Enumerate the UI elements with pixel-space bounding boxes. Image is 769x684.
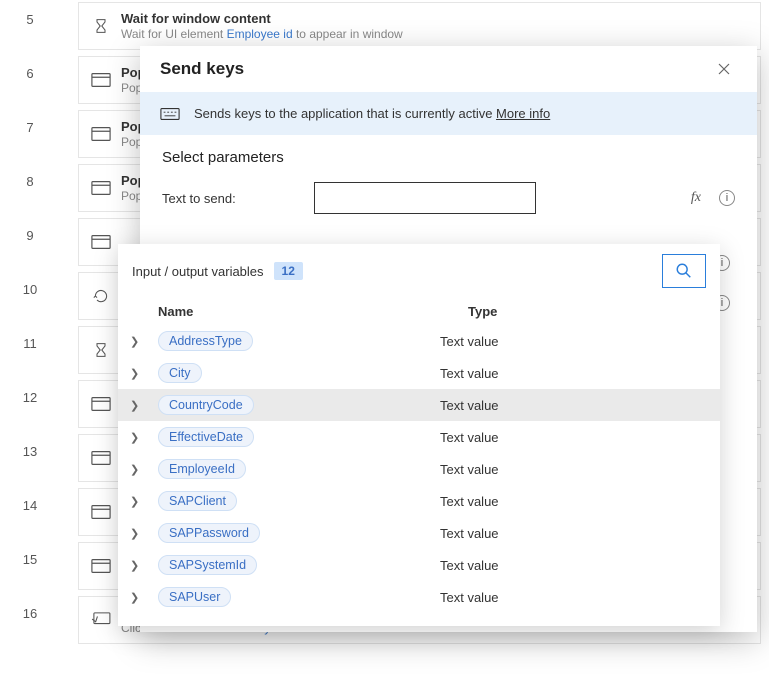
variable-pill[interactable]: SAPSystemId [158,555,257,575]
variable-type: Text value [440,558,706,573]
step-number: 16 [12,594,48,621]
variable-type: Text value [440,398,706,413]
chevron-right-icon[interactable]: ❯ [130,399,158,412]
keyboard-icon [160,107,180,121]
variables-count-badge: 12 [274,262,303,280]
info-bar: Sends keys to the application that is cu… [140,92,757,135]
step-number: 5 [12,0,48,27]
window-icon [91,234,111,250]
variable-type: Text value [440,366,706,381]
variable-type: Text value [440,462,706,477]
step-number: 12 [12,378,48,405]
step-title: Wait for window content [121,11,748,26]
variable-row[interactable]: ❯ EmployeeId Text value [118,453,720,485]
step-link[interactable]: Employee id [227,27,293,41]
variable-pill[interactable]: SAPUser [158,587,231,607]
variable-pill[interactable]: EmployeeId [158,459,246,479]
variable-pill[interactable]: AddressType [158,331,253,351]
variable-row[interactable]: ❯ CountryCode Text value [118,389,720,421]
dialog-title: Send keys [160,59,244,79]
variable-row[interactable]: ❯ AddressType Text value [118,325,720,357]
variable-row[interactable]: ❯ SAPPassword Text value [118,517,720,549]
step-number: 15 [12,540,48,567]
step-number: 10 [12,270,48,297]
chevron-right-icon[interactable]: ❯ [130,367,158,380]
window-icon [91,504,111,520]
chevron-right-icon[interactable]: ❯ [130,527,158,540]
click-icon [91,612,111,628]
chevron-right-icon[interactable]: ❯ [130,463,158,476]
window-icon [91,450,111,466]
col-name-header: Name [158,304,468,319]
close-button[interactable] [711,58,737,80]
variables-columns-header: Name Type [118,298,720,325]
param-row-text-to-send: Text to send: fx i [162,182,735,214]
variable-row[interactable]: ❯ SAPSystemId Text value [118,549,720,581]
step-number: 8 [12,162,48,189]
variable-type: Text value [440,590,706,605]
chevron-right-icon[interactable]: ❯ [130,495,158,508]
window-icon [91,558,111,574]
variable-row[interactable]: ❯ City Text value [118,357,720,389]
step-number: 13 [12,432,48,459]
step-number: 7 [12,108,48,135]
variable-pill[interactable]: CountryCode [158,395,254,415]
refresh-icon [91,288,111,304]
window-icon [91,126,111,142]
variable-type: Text value [440,494,706,509]
variables-header: Input / output variables 12 [118,244,720,298]
dialog-body: Select parameters Text to send: fx i [140,135,757,228]
step-number: 14 [12,486,48,513]
variable-row[interactable]: ❯ SAPClient Text value [118,485,720,517]
variables-heading: Input / output variables [132,264,264,279]
search-button[interactable] [662,254,706,288]
section-title: Select parameters [162,149,735,166]
chevron-right-icon[interactable]: ❯ [130,431,158,444]
window-icon [91,180,111,196]
param-info-icon[interactable]: i [719,190,735,206]
step-subtitle: Wait for UI element Employee id to appea… [121,27,748,41]
step-number: 9 [12,216,48,243]
step-card[interactable]: Wait for window contentWait for UI eleme… [78,2,761,50]
window-icon [91,396,111,412]
variable-type: Text value [440,526,706,541]
hourglass-icon [91,18,111,34]
col-type-header: Type [468,304,706,319]
variable-pill[interactable]: SAPClient [158,491,237,511]
variable-pill[interactable]: EffectiveDate [158,427,254,447]
window-icon [91,72,111,88]
variable-row[interactable]: ❯ EffectiveDate Text value [118,421,720,453]
more-info-link[interactable]: More info [496,106,550,121]
variables-panel: Input / output variables 12 Name Type ❯ … [118,244,720,626]
fx-button[interactable]: fx [691,190,701,206]
param-label: Text to send: [162,191,302,206]
dialog-header: Send keys [140,46,757,92]
variable-pill[interactable]: SAPPassword [158,523,260,543]
hourglass-icon [91,342,111,358]
variables-list[interactable]: ❯ AddressType Text value ❯ City Text val… [118,325,720,626]
chevron-right-icon[interactable]: ❯ [130,335,158,348]
text-to-send-input[interactable] [314,182,536,214]
step-number: 11 [12,324,48,351]
chevron-right-icon[interactable]: ❯ [130,559,158,572]
step-number: 6 [12,54,48,81]
chevron-right-icon[interactable]: ❯ [130,591,158,604]
info-text: Sends keys to the application that is cu… [194,106,550,121]
variable-type: Text value [440,334,706,349]
variable-row[interactable]: ❯ SAPUser Text value [118,581,720,613]
variable-pill[interactable]: City [158,363,202,383]
variable-type: Text value [440,430,706,445]
